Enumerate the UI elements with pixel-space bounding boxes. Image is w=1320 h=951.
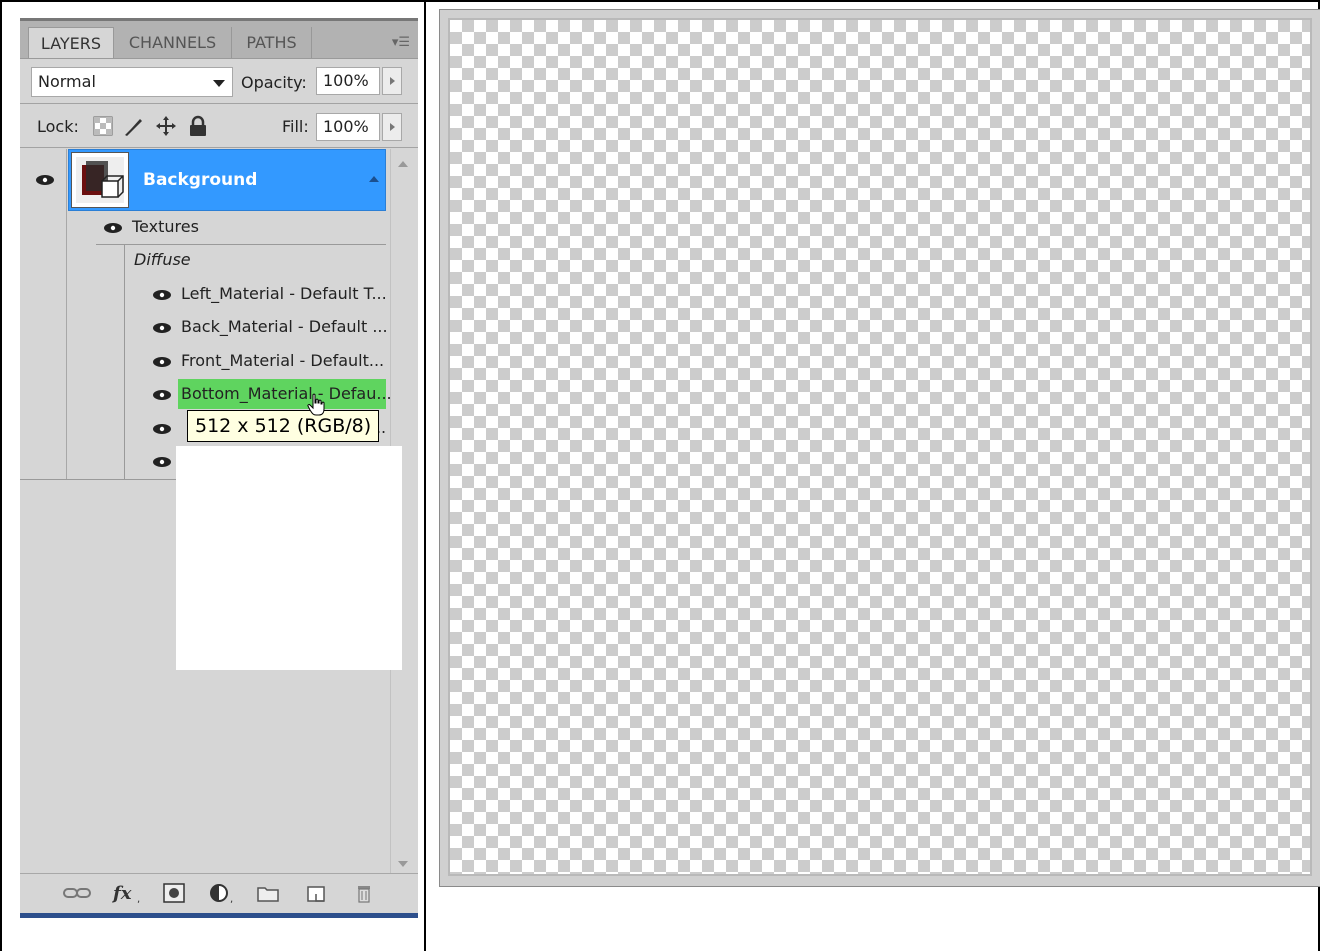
svg-text:fx: fx [112, 883, 132, 904]
eye-icon[interactable] [151, 286, 173, 304]
blend-mode-value: Normal [38, 72, 96, 91]
svg-text:,: , [137, 894, 140, 904]
eye-icon[interactable] [151, 453, 173, 471]
blend-mode-dropdown[interactable]: Normal [31, 67, 233, 97]
lock-position-icon[interactable] [155, 115, 177, 137]
tab-layers[interactable]: LAYERS [28, 27, 114, 58]
lock-all-icon[interactable] [187, 115, 209, 137]
frame-divider [424, 0, 426, 951]
eye-icon[interactable] [151, 353, 173, 371]
eye-icon[interactable] [34, 171, 56, 189]
layer-thumbnail [71, 152, 129, 208]
eye-icon[interactable] [151, 420, 173, 438]
fill-field[interactable]: 100% [316, 113, 380, 141]
layer-row-background[interactable]: Background [68, 149, 386, 211]
divider [124, 245, 125, 479]
hand-cursor-icon [307, 393, 325, 416]
fill-slider-button[interactable] [382, 113, 402, 141]
texture-preview-popup [176, 446, 402, 670]
panel-tab-bar: LAYERS CHANNELS PATHS ▾☰ [20, 21, 418, 59]
divider [20, 103, 418, 104]
layers-panel: LAYERS CHANNELS PATHS ▾☰ Normal Opacity:… [20, 18, 418, 918]
tooltip: 512 x 512 (RGB/8) [187, 410, 380, 442]
textures-label[interactable]: Textures [132, 217, 199, 236]
svg-text:,: , [230, 894, 233, 904]
texture-item[interactable]: Back_Material - Default ... [181, 317, 388, 336]
visibility-column-divider [66, 149, 67, 479]
opacity-label: Opacity: [241, 73, 307, 92]
frame-top [0, 0, 1320, 2]
opacity-slider-button[interactable] [382, 67, 402, 95]
transparent-canvas[interactable] [448, 18, 1312, 876]
3d-layer-thumbnail-icon [76, 157, 124, 203]
texture-item-hovered[interactable]: Bottom_Material - Defau... [181, 384, 392, 403]
folder-icon[interactable] [256, 882, 280, 904]
opacity-field[interactable]: 100% [316, 67, 380, 95]
tab-paths[interactable]: PATHS [232, 27, 312, 58]
lock-image-pixels-icon[interactable] [122, 115, 144, 137]
chevron-down-icon [213, 80, 225, 87]
eye-icon[interactable] [151, 386, 173, 404]
diffuse-group-label: Diffuse [134, 250, 191, 269]
trash-icon[interactable] [352, 882, 376, 904]
adjustment-icon[interactable]: , [208, 882, 240, 904]
divider [96, 244, 386, 245]
panel-bottom-border [20, 913, 418, 918]
eye-icon[interactable] [102, 219, 124, 237]
scroll-up-icon[interactable] [398, 161, 408, 167]
tab-channels[interactable]: CHANNELS [114, 27, 232, 58]
texture-item[interactable]: Front_Material - Default... [181, 351, 384, 370]
lock-label: Lock: [37, 117, 79, 136]
canvas-window [439, 9, 1320, 887]
layer-name: Background [143, 170, 258, 190]
fill-label: Fill: [282, 117, 309, 136]
panel-menu-icon[interactable]: ▾☰ [392, 35, 410, 50]
collapse-caret-icon[interactable] [369, 176, 379, 182]
new-layer-icon[interactable] [304, 882, 328, 904]
lock-transparent-pixels-icon[interactable] [92, 115, 114, 137]
mask-icon[interactable] [162, 882, 186, 904]
fx-icon[interactable]: fx , [112, 882, 144, 904]
divider [20, 147, 418, 148]
texture-item[interactable]: Left_Material - Default T... [181, 284, 387, 303]
frame-left [0, 0, 2, 951]
link-icon[interactable] [62, 882, 92, 904]
panel-footer: fx , , [20, 873, 418, 914]
scroll-down-icon[interactable] [398, 861, 408, 867]
eye-icon[interactable] [151, 319, 173, 337]
